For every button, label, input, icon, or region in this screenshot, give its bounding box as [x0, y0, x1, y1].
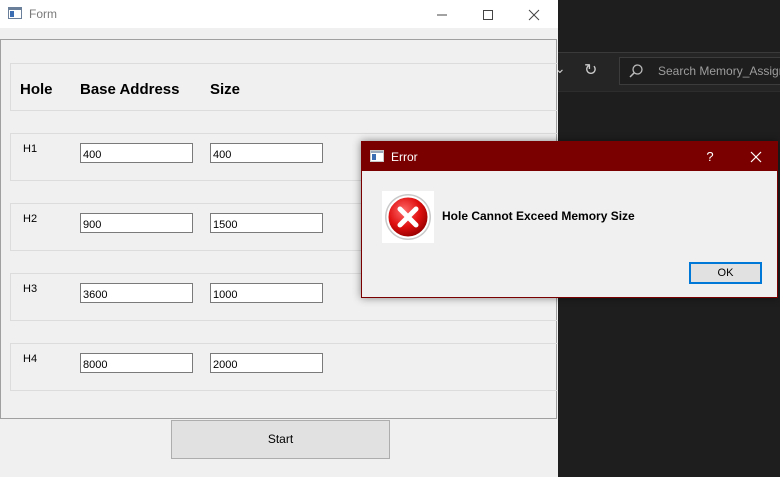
- header-size: Size: [210, 81, 241, 98]
- base-address-input[interactable]: [80, 213, 193, 233]
- size-input[interactable]: [210, 353, 323, 373]
- size-input[interactable]: [210, 213, 323, 233]
- header-hole: Hole: [20, 81, 53, 98]
- start-button[interactable]: Start: [171, 420, 390, 459]
- close-icon: [528, 9, 540, 21]
- ide-search-placeholder: Search Memory_Assign: [658, 64, 780, 78]
- maximize-button[interactable]: [466, 0, 510, 28]
- size-input[interactable]: [210, 283, 323, 303]
- search-icon: [629, 64, 643, 78]
- base-address-input[interactable]: [80, 353, 193, 373]
- error-dialog: Error ? Hole Cannot Exceed Memory Size O…: [361, 141, 778, 298]
- hole-label: H1: [23, 143, 38, 155]
- hole-label: H2: [23, 213, 38, 225]
- size-input[interactable]: [210, 143, 323, 163]
- app-window-icon: [8, 7, 22, 19]
- refresh-icon[interactable]: ↻: [584, 60, 597, 80]
- error-icon: [385, 194, 431, 240]
- error-title: Error: [391, 150, 418, 164]
- error-titlebar[interactable]: Error ?: [362, 142, 777, 171]
- hole-label: H4: [23, 353, 38, 365]
- help-button[interactable]: ?: [698, 142, 722, 171]
- base-address-input[interactable]: [80, 143, 193, 163]
- base-address-input[interactable]: [80, 283, 193, 303]
- error-message: Hole Cannot Exceed Memory Size: [442, 209, 635, 223]
- close-icon: [750, 151, 762, 163]
- ok-button[interactable]: OK: [689, 262, 762, 284]
- maximize-icon: [483, 10, 493, 21]
- minimize-button[interactable]: [420, 0, 464, 28]
- form-titlebar[interactable]: Form: [0, 0, 558, 28]
- hole-label: H3: [23, 283, 38, 295]
- error-icon-frame: [382, 191, 434, 243]
- close-button[interactable]: [512, 0, 556, 28]
- minimize-icon: [437, 14, 447, 16]
- error-close-button[interactable]: [734, 142, 778, 171]
- app-window-icon: [370, 150, 384, 162]
- header-base-address: Base Address: [80, 81, 180, 98]
- form-title: Form: [29, 7, 57, 21]
